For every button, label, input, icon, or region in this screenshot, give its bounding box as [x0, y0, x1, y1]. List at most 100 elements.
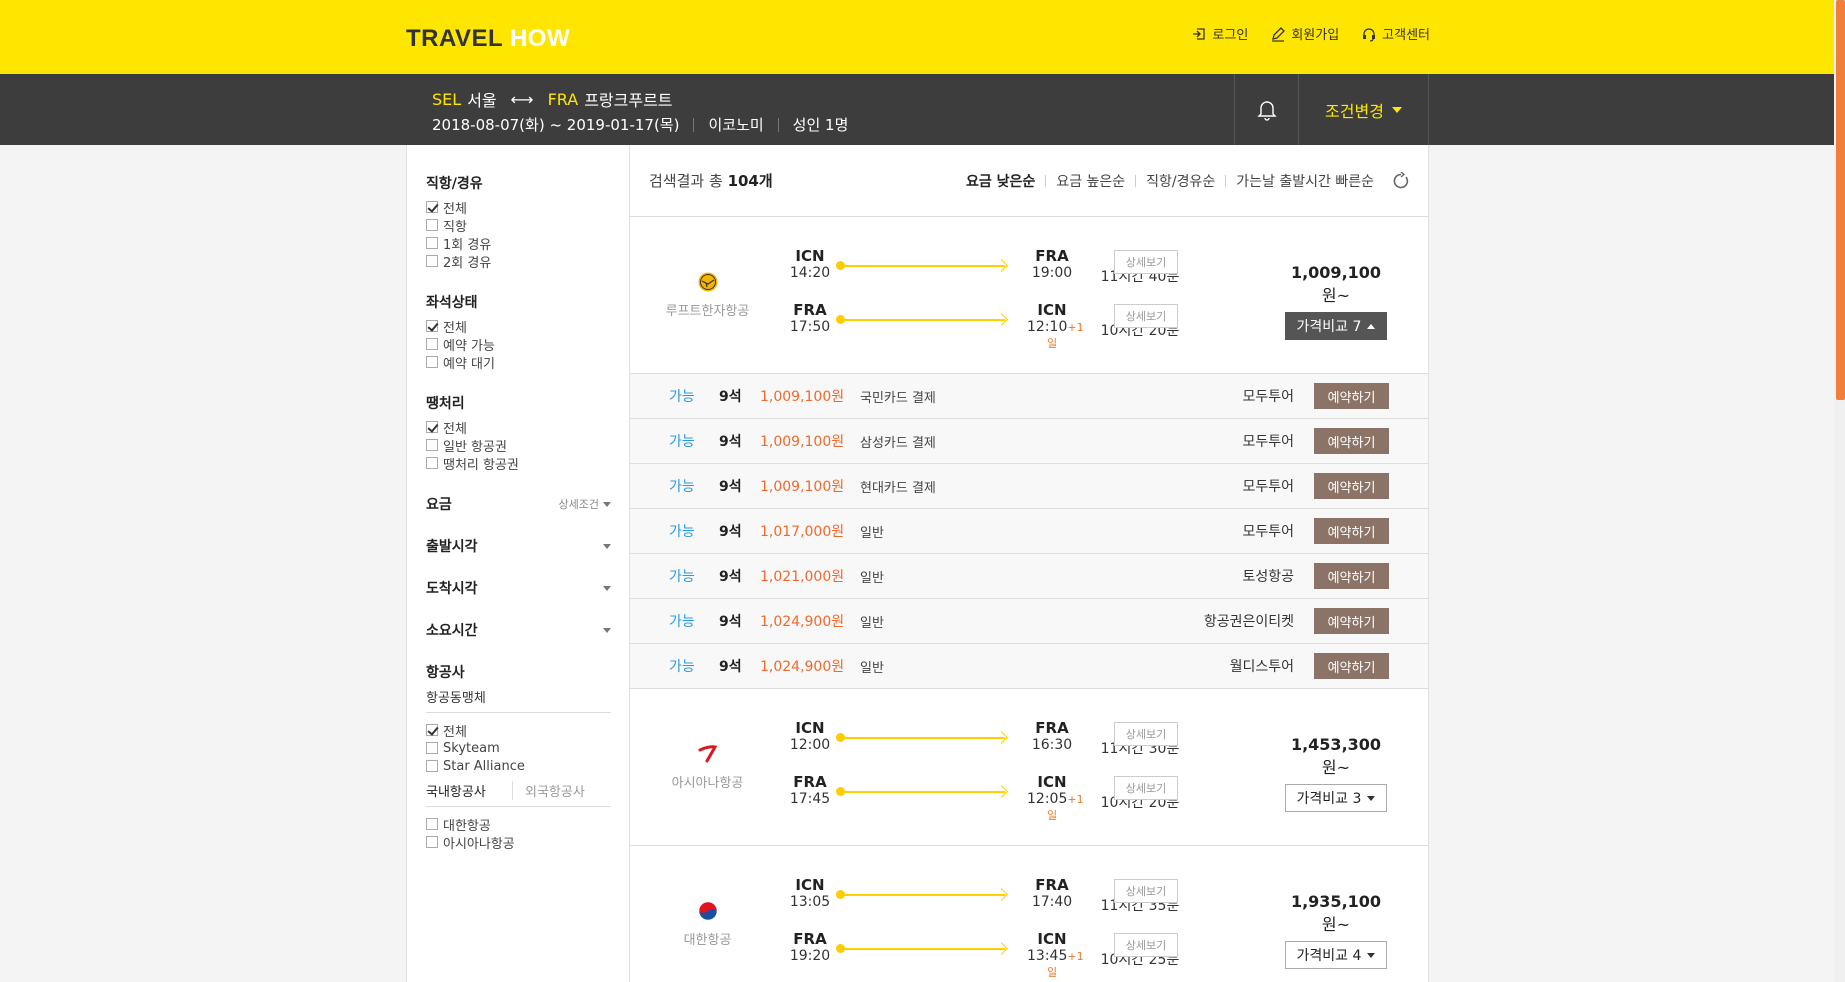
- filter-arrival-time[interactable]: 도착시각: [426, 578, 611, 598]
- checkbox[interactable]: [426, 439, 438, 451]
- airline-info: 대한항공: [630, 846, 785, 982]
- price-comparison-list: 가능 9석 1,009,100원 국민카드 결제 모두투어 예약하기 가능 9석 1,009,…: [630, 374, 1428, 689]
- filter-option[interactable]: 예약 가능: [426, 335, 611, 354]
- fare-detail-toggle[interactable]: 상세조건: [559, 496, 611, 512]
- departure-time: 12:00: [789, 737, 831, 753]
- book-button[interactable]: 예약하기: [1314, 563, 1389, 589]
- sort-departure-early[interactable]: 가는날 출발시간 빠른순: [1236, 171, 1374, 191]
- filter-option[interactable]: 1회 경유: [426, 234, 611, 253]
- login-link[interactable]: 로그인: [1191, 24, 1248, 43]
- arrival-time: 13:45+1일: [1027, 948, 1084, 980]
- compare-prices-button[interactable]: 가격비교 3: [1285, 784, 1387, 812]
- filter-duration[interactable]: 소요시간: [426, 620, 611, 640]
- result-count-prefix: 검색결과 총: [649, 172, 723, 190]
- route-summary: SEL 서울 ⟷ FRA 프랑크푸르트: [432, 87, 673, 111]
- book-button[interactable]: 예약하기: [1314, 428, 1389, 454]
- filter-option[interactable]: 일반 항공권: [426, 436, 611, 455]
- detail-button[interactable]: 상세보기: [1114, 250, 1178, 274]
- filter-option[interactable]: Skyteam: [426, 739, 611, 757]
- arrival-airport: ICN: [1037, 930, 1067, 948]
- roundtrip-arrow-icon: ⟷: [510, 89, 534, 109]
- filter-title: 좌석상태: [426, 295, 478, 311]
- offer-price: 1,024,900원: [760, 659, 845, 675]
- price-box: 1,935,100 원~ 가격비교 4: [1285, 892, 1387, 969]
- checkbox[interactable]: [426, 836, 438, 848]
- filter-option[interactable]: 2회 경유: [426, 252, 611, 271]
- detail-button[interactable]: 상세보기: [1114, 776, 1178, 800]
- signup-link[interactable]: 회원가입: [1270, 24, 1339, 43]
- airline-name: 루프트한자항공: [665, 304, 750, 319]
- arrival-time: 19:00: [1027, 265, 1077, 281]
- divider: [1135, 174, 1137, 187]
- departure-time: 17:45: [789, 791, 831, 807]
- filter-option[interactable]: 전체: [426, 317, 611, 336]
- headset-icon: [1363, 27, 1376, 42]
- checkbox[interactable]: [426, 742, 438, 754]
- seat-count: 9석: [719, 479, 742, 495]
- checkbox[interactable]: [426, 219, 438, 231]
- checkbox[interactable]: [426, 356, 438, 368]
- filter-option[interactable]: 직항: [426, 216, 611, 235]
- book-button[interactable]: 예약하기: [1314, 608, 1389, 634]
- change-conditions-button[interactable]: 조건변경: [1299, 74, 1429, 145]
- offer-row: 가능 9석 1,017,000원 일반 모두투어 예약하기: [630, 509, 1428, 554]
- checkbox[interactable]: [426, 724, 438, 736]
- price-unit: 원~: [1321, 286, 1351, 305]
- price-alert-button[interactable]: [1234, 74, 1299, 145]
- detail-button[interactable]: 상세보기: [1114, 933, 1178, 957]
- filter-option[interactable]: 전체: [426, 198, 611, 217]
- detail-button[interactable]: 상세보기: [1114, 879, 1178, 903]
- filter-airline: 항공사 항공동맹체 전체 Skyteam Star Alliance 국내항공사…: [426, 662, 611, 852]
- checkbox[interactable]: [426, 201, 438, 213]
- filter-option[interactable]: 전체: [426, 418, 611, 437]
- book-button[interactable]: 예약하기: [1314, 383, 1389, 409]
- checkbox[interactable]: [426, 255, 438, 267]
- sort-price-high[interactable]: 요금 높은순: [1056, 171, 1125, 191]
- arrival-time-value: 16:30: [1031, 737, 1073, 753]
- tab-domestic[interactable]: 국내항공사: [426, 781, 512, 800]
- flight-path-line: [836, 787, 1005, 796]
- sort-price-low[interactable]: 요금 낮은순: [966, 171, 1035, 191]
- filter-fare[interactable]: 요금 상세조건: [426, 494, 611, 514]
- travelhow-logo[interactable]: TRAVEL HOW: [406, 25, 570, 53]
- compare-prices-button[interactable]: 가격비교 4: [1285, 941, 1387, 969]
- tab-foreign[interactable]: 외국항공사: [512, 781, 611, 800]
- detail-button[interactable]: 상세보기: [1114, 722, 1178, 746]
- checkbox[interactable]: [426, 237, 438, 249]
- option-label: 아시아나항공: [443, 836, 515, 852]
- checkbox[interactable]: [426, 421, 438, 433]
- book-button[interactable]: 예약하기: [1314, 518, 1389, 544]
- availability: 가능: [669, 614, 695, 630]
- airline-info: 루프트한자항공: [630, 217, 785, 374]
- sort-direct[interactable]: 직항/경유순: [1146, 171, 1215, 191]
- price-box: 1,453,300 원~ 가격비교 3: [1285, 735, 1387, 812]
- checkbox[interactable]: [426, 457, 438, 469]
- cabin-class: 이코노미: [708, 116, 764, 134]
- customer-center-link[interactable]: 고객센터: [1361, 24, 1430, 43]
- seat-count: 9석: [719, 659, 742, 675]
- compare-prices-button[interactable]: 가격비교 7: [1285, 312, 1387, 340]
- pencil-icon: [1272, 26, 1286, 42]
- filter-option[interactable]: 아시아나항공: [426, 833, 611, 852]
- filter-option[interactable]: Star Alliance: [426, 757, 611, 775]
- checkbox[interactable]: [426, 338, 438, 350]
- to-code: FRA: [547, 89, 579, 109]
- book-button[interactable]: 예약하기: [1314, 473, 1389, 499]
- arrival-airport: FRA: [1035, 247, 1069, 265]
- filter-option[interactable]: 예약 대기: [426, 353, 611, 372]
- chevron-up-icon: [1367, 323, 1376, 329]
- checkbox[interactable]: [426, 818, 438, 830]
- checkbox[interactable]: [426, 760, 438, 772]
- detail-button[interactable]: 상세보기: [1114, 304, 1178, 328]
- filter-departure-time[interactable]: 출발시각: [426, 536, 611, 556]
- filter-option[interactable]: 대한항공: [426, 815, 611, 834]
- payment-method: 일반: [860, 660, 884, 676]
- filter-option[interactable]: 전체: [426, 721, 611, 740]
- refresh-icon[interactable]: [1392, 171, 1410, 190]
- checkbox[interactable]: [426, 320, 438, 332]
- filter-option[interactable]: 땡처리 항공권: [426, 454, 611, 473]
- scrollbar-thumb[interactable]: [1836, 0, 1845, 400]
- agency-name: 모두투어: [1242, 389, 1294, 405]
- book-button[interactable]: 예약하기: [1314, 653, 1389, 679]
- price-box: 1,009,100 원~ 가격비교 7: [1285, 263, 1387, 340]
